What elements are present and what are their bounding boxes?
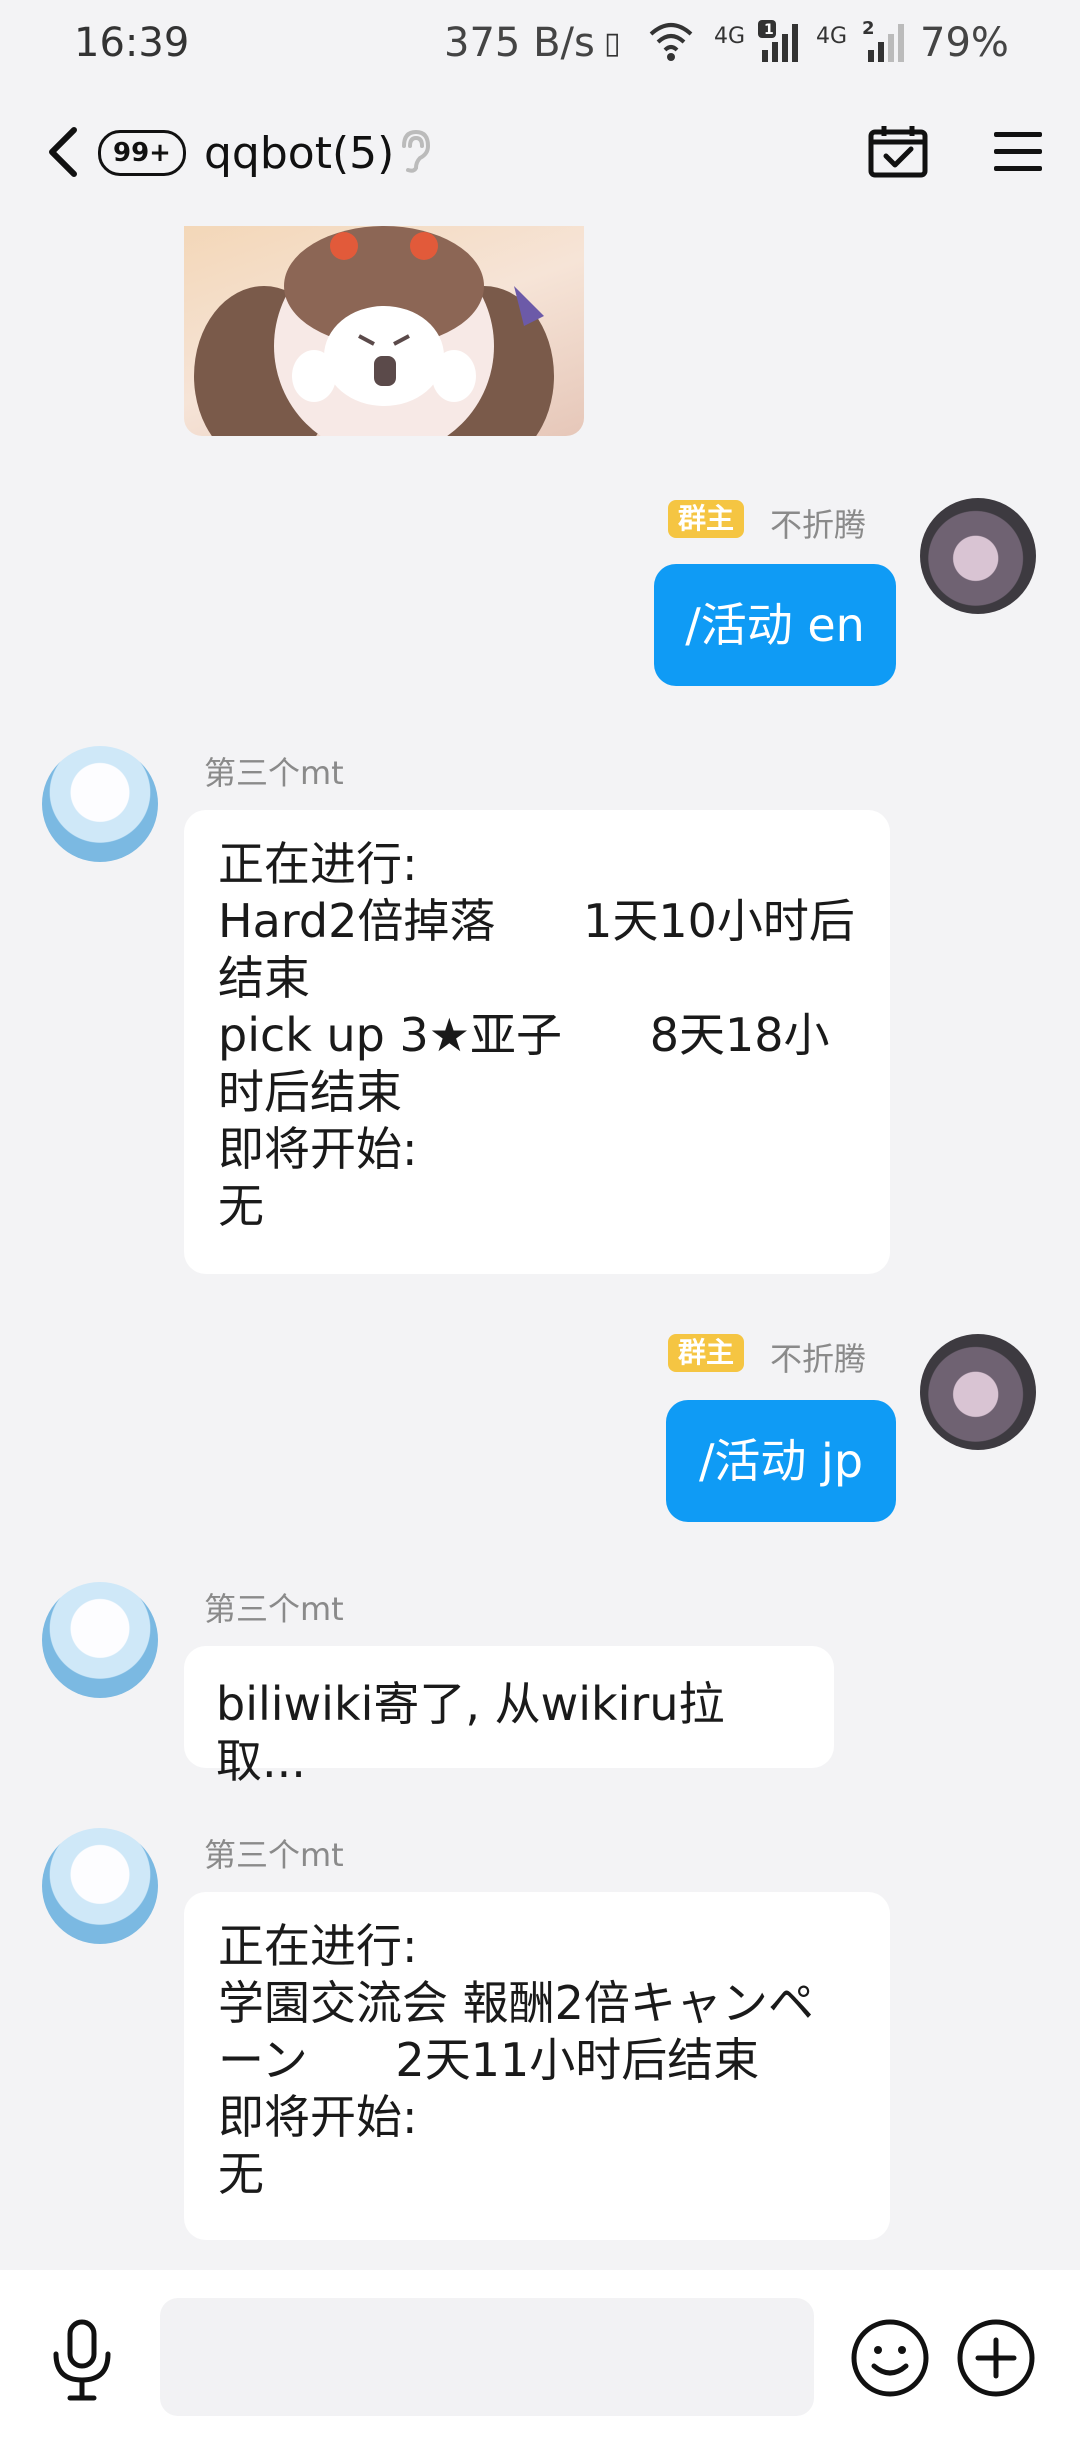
calendar-check-icon (868, 126, 928, 178)
image-message[interactable] (184, 226, 584, 436)
back-button[interactable] (44, 124, 84, 180)
chevron-left-icon (49, 127, 77, 177)
calendar-check-button[interactable] (868, 124, 928, 178)
voice-button[interactable] (46, 2318, 118, 2402)
avatar[interactable] (42, 1582, 158, 1698)
message-bubble[interactable]: 正在进行: Hard2倍掉落 1天10小时后结束 pick up 3★亚子 8天… (184, 810, 890, 1274)
network-speed: 375 B/s (444, 20, 595, 66)
more-actions-button[interactable] (956, 2318, 1036, 2398)
message-bubble[interactable]: biliwiki寄了, 从wikiru拉取... (184, 1646, 834, 1788)
sticker-image (194, 226, 554, 436)
message-input[interactable] (160, 2298, 814, 2416)
sender-name: 不折腾 (770, 1340, 867, 1378)
message-bubble[interactable]: 正在进行: 学園交流会 報酬2倍キャンペーン 2天11小时后结束 即将开始: 无 (184, 1892, 890, 2240)
avatar[interactable] (920, 1334, 1036, 1450)
menu-button[interactable] (994, 130, 1042, 174)
plus-circle-icon (957, 2319, 1035, 2397)
message-bubble[interactable]: /活动 jp (666, 1400, 896, 1522)
avatar[interactable] (42, 1828, 158, 1944)
group-owner-badge: 群主 (668, 1334, 745, 1372)
avatar[interactable] (42, 746, 158, 862)
signal-2-type: 4G (816, 24, 848, 49)
emoji-button[interactable] (850, 2318, 930, 2398)
ear-icon[interactable] (396, 128, 432, 183)
status-time: 16:39 (74, 20, 190, 66)
sender-name: 不折腾 (770, 506, 867, 544)
smiley-icon (851, 2319, 929, 2397)
sim-2-label: 2 (862, 18, 875, 39)
battery-level: 79% (920, 20, 1009, 66)
status-bar: 16:39 375 B/s ▯ 4G 1 4G 2 79% (0, 0, 1080, 96)
avatar[interactable] (920, 498, 1036, 614)
chat-title[interactable]: qqbot(5) (204, 128, 394, 179)
group-owner-badge: 群主 (668, 500, 745, 538)
unread-count-badge[interactable]: 99+ (98, 130, 186, 176)
vibrate-icon: ▯ (604, 26, 621, 61)
sender-name: 第三个mt (204, 754, 344, 792)
hamburger-menu-icon (994, 132, 1042, 171)
message-bubble[interactable]: /活动 en (654, 564, 896, 686)
wifi-icon (648, 20, 694, 68)
sender-name: 第三个mt (204, 1590, 344, 1628)
sim-1-label: 1 (764, 22, 774, 38)
microphone-icon (53, 2319, 111, 2401)
signal-1-type: 4G (714, 24, 746, 49)
sender-name: 第三个mt (204, 1836, 344, 1874)
